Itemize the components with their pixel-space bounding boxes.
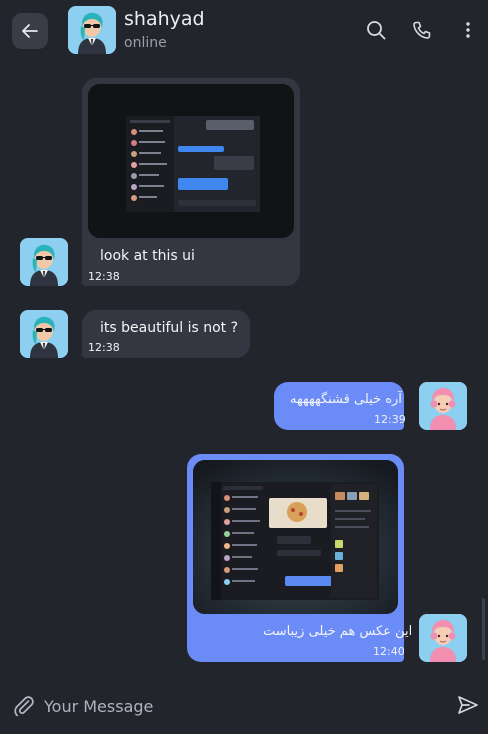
contact-name[interactable]: shahyad [124, 8, 205, 30]
back-button[interactable] [12, 13, 48, 49]
own-avatar[interactable] [419, 382, 467, 430]
message-text: its beautiful is not ? [100, 320, 239, 336]
paperclip-icon [14, 696, 34, 717]
scrollbar-thumb[interactable] [482, 598, 485, 660]
message-bubble-outgoing[interactable]: آره خیلی قشنگههههه 12:39 [274, 382, 406, 430]
avatar-illustration [419, 382, 467, 430]
shared-image[interactable] [88, 84, 294, 238]
shared-image[interactable] [193, 460, 398, 614]
message-composer [0, 680, 488, 734]
ui-screenshot-thumbnail [193, 460, 398, 614]
message-bubble-incoming[interactable]: its beautiful is not ? 12:38 [82, 310, 250, 358]
avatar-illustration [20, 310, 68, 358]
menu-button[interactable] [456, 18, 480, 42]
send-icon [458, 696, 478, 714]
contact-avatar[interactable] [68, 6, 116, 54]
kebab-menu-icon [466, 22, 470, 38]
search-button[interactable] [364, 18, 388, 42]
call-button[interactable] [410, 18, 434, 42]
message-input[interactable] [44, 692, 434, 720]
chat-header: shahyad online [0, 0, 488, 62]
send-button[interactable] [456, 693, 480, 717]
avatar-illustration [419, 614, 467, 662]
contact-status: online [124, 35, 167, 51]
message-bubble-outgoing[interactable]: این عکس هم خیلی زیباست 12:40 [187, 454, 412, 662]
message-text: این عکس هم خیلی زیباست [263, 624, 413, 639]
avatar-illustration [20, 238, 68, 286]
message-text: آره خیلی قشنگههههه [290, 392, 402, 407]
message-time: 12:40 [373, 645, 405, 658]
message-bubble-incoming[interactable]: look at this ui 12:38 [82, 78, 300, 286]
message-time: 12:39 [374, 413, 406, 426]
own-avatar[interactable] [419, 614, 467, 662]
message-time: 12:38 [88, 270, 120, 283]
sender-avatar[interactable] [20, 310, 68, 358]
phone-icon [413, 21, 431, 39]
message-text: look at this ui [100, 248, 195, 264]
attach-button[interactable] [12, 694, 36, 718]
ui-screenshot-thumbnail [88, 84, 294, 238]
search-icon [367, 21, 386, 40]
sender-avatar[interactable] [20, 238, 68, 286]
arrow-left-icon [22, 24, 38, 38]
avatar-illustration [68, 6, 116, 54]
message-time: 12:38 [88, 341, 120, 354]
